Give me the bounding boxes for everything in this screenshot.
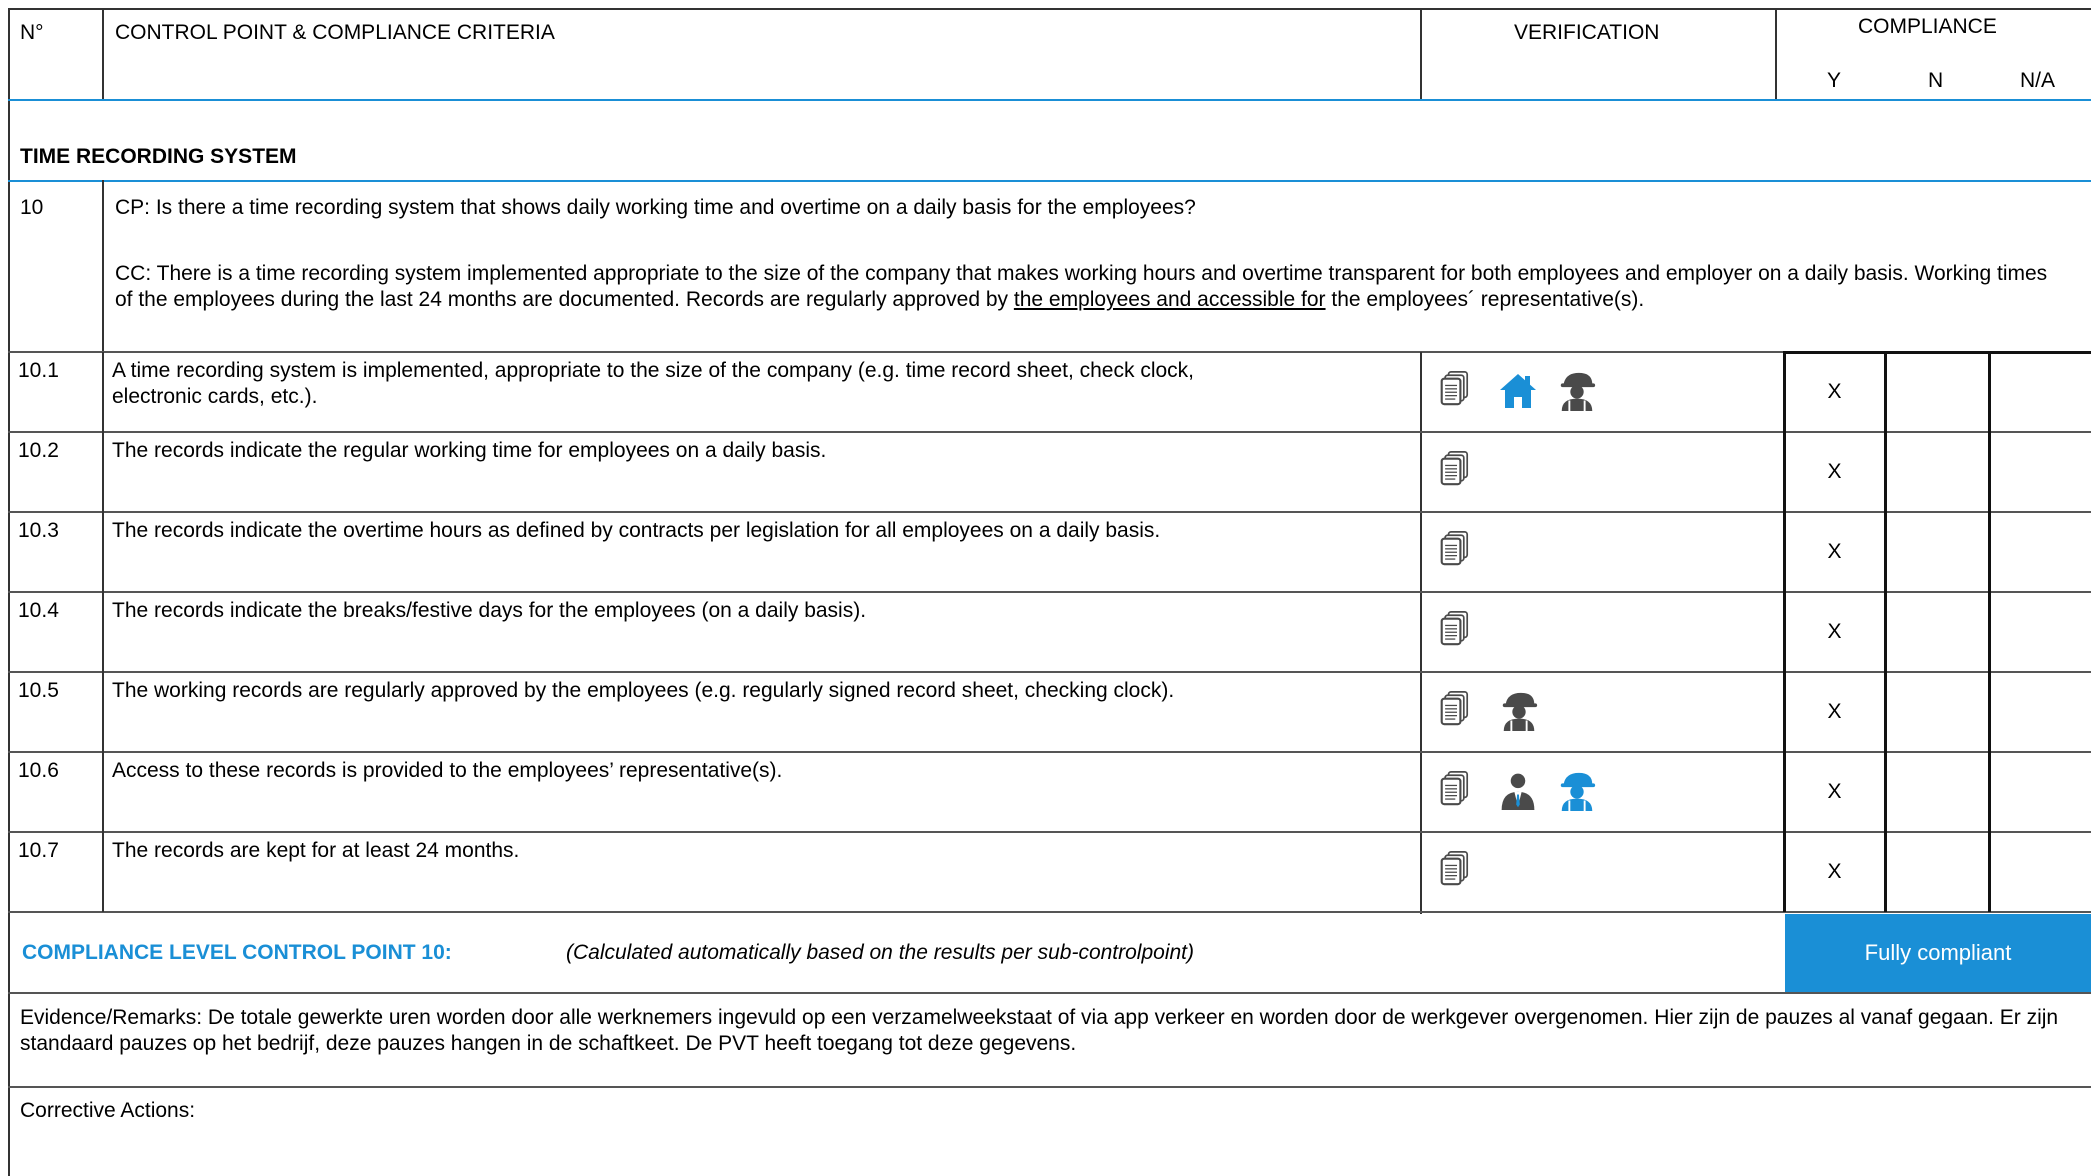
evidence-remarks: Evidence/Remarks: De totale gewerkte ure…: [20, 1006, 2059, 1055]
row-number: 10.3: [18, 519, 59, 542]
row-divider-number: [102, 512, 104, 592]
document-icon: [1440, 608, 1480, 652]
cp-question: CP: Is there a time recording system tha…: [115, 196, 1196, 219]
evidence-bottom-border: [8, 1086, 2091, 1088]
row-bottom-border: [8, 591, 2091, 593]
row-verification-icons: [1440, 448, 1480, 492]
header-compliance-n: N: [1928, 69, 1944, 92]
header-verification: VERIFICATION: [1514, 21, 1660, 44]
document-icon: [1440, 368, 1480, 412]
compliance-level-label: COMPLIANCE LEVEL CONTROL POINT 10:: [22, 941, 452, 964]
manager-icon: [1498, 768, 1538, 812]
header-bottom-border: [8, 99, 2091, 101]
row-bottom-border: [8, 831, 2091, 833]
home-icon: [1498, 368, 1538, 412]
row-number: 10.2: [18, 439, 59, 462]
row-verification-icons: [1440, 608, 1480, 652]
worker-icon: [1556, 368, 1596, 412]
audit-sheet: N° CONTROL POINT & COMPLIANCE CRITERIA V…: [0, 0, 2091, 1176]
row-text-line2: electronic cards, etc.).: [112, 385, 318, 408]
row-text-line1: The records indicate the overtime hours …: [112, 519, 1161, 542]
header-divider-3: [1775, 8, 1777, 100]
row-divider-na: [1988, 352, 1991, 432]
section-bottom-border: [8, 180, 2091, 182]
compliance-y-cell[interactable]: X: [1784, 619, 1885, 645]
row-bottom-border: [8, 911, 2091, 913]
row-bottom-border: [8, 431, 2091, 433]
corrective-actions-label: Corrective Actions:: [20, 1099, 196, 1122]
document-icon: [1440, 768, 1480, 812]
row-divider-na: [1988, 832, 1991, 912]
row-divider-number: [102, 672, 104, 752]
row-number: 10.7: [18, 839, 59, 862]
row-number: 10.5: [18, 679, 59, 702]
row-verification-icons: [1440, 368, 1596, 412]
row-verification-icons: [1440, 768, 1596, 812]
compliance-result-badge: Fully compliant: [1785, 914, 2091, 992]
row-verification-icons: [1440, 688, 1538, 732]
compliance-bottom-border: [8, 992, 2091, 994]
row-text-line1: The records indicate the breaks/festive …: [112, 599, 867, 622]
row-divider-na: [1988, 672, 1991, 752]
compliance-grid-top-border: [1783, 351, 2091, 354]
document-icon: [1440, 448, 1480, 492]
row-divider-na: [1988, 752, 1991, 832]
worker-icon: [1498, 688, 1538, 732]
cp-number: 10: [20, 196, 44, 219]
cp-criteria-underlined: the employees and accessible for: [1013, 288, 1326, 311]
row-text-line1: Access to these records is provided to t…: [112, 759, 783, 782]
header-compliance-na: N/A: [2020, 69, 2056, 92]
compliance-y-cell[interactable]: X: [1784, 539, 1885, 565]
verification-column-left-border: [1420, 352, 1422, 914]
header-divider-2: [1420, 8, 1422, 100]
row-divider-number: [102, 832, 104, 912]
cp-criteria-part2: the employees´ representative(s).: [1331, 288, 1645, 311]
worker-blue-icon: [1556, 768, 1596, 812]
row-bottom-border: [8, 511, 2091, 513]
document-icon: [1440, 528, 1480, 572]
row-text-line1: The records are kept for at least 24 mon…: [112, 839, 520, 862]
row-verification-icons: [1440, 848, 1480, 892]
row-divider-number: [102, 592, 104, 672]
compliance-y-cell[interactable]: X: [1784, 699, 1885, 725]
header-compliance-y: Y: [1827, 69, 1842, 92]
cp-bottom-border: [8, 351, 2091, 353]
row-number: 10.1: [18, 359, 59, 382]
compliance-y-cell[interactable]: X: [1784, 859, 1885, 885]
row-bottom-border: [8, 671, 2091, 673]
compliance-y-cell[interactable]: X: [1784, 779, 1885, 805]
row-divider-number: [102, 432, 104, 512]
header-compliance: COMPLIANCE: [1858, 15, 1997, 38]
header-divider-1: [102, 8, 104, 100]
row-number: 10.6: [18, 759, 59, 782]
row-divider-na: [1988, 512, 1991, 592]
frame-top-border: [8, 8, 2091, 10]
row-divider-number: [102, 352, 104, 432]
document-icon: [1440, 848, 1480, 892]
header-no: N°: [20, 21, 44, 44]
row-divider-na: [1988, 432, 1991, 512]
cp-divider: [102, 180, 104, 352]
row-divider-na: [1988, 592, 1991, 672]
row-text-line1: The working records are regularly approv…: [112, 679, 1175, 702]
section-title: TIME RECORDING SYSTEM: [20, 145, 297, 168]
row-divider-number: [102, 752, 104, 832]
cp-criteria: CC: There is a time recording system imp…: [115, 261, 2050, 313]
compliance-y-cell[interactable]: X: [1784, 459, 1885, 485]
document-icon: [1440, 688, 1480, 732]
header-control-point: CONTROL POINT & COMPLIANCE CRITERIA: [115, 21, 555, 44]
row-verification-icons: [1440, 528, 1480, 572]
compliance-level-note: (Calculated automatically based on the r…: [566, 941, 1195, 964]
row-number: 10.4: [18, 599, 59, 622]
row-bottom-border: [8, 751, 2091, 753]
compliance-y-cell[interactable]: X: [1784, 379, 1885, 405]
row-text-line1: The records indicate the regular working…: [112, 439, 827, 462]
row-text-line1: A time recording system is implemented, …: [112, 359, 1194, 382]
